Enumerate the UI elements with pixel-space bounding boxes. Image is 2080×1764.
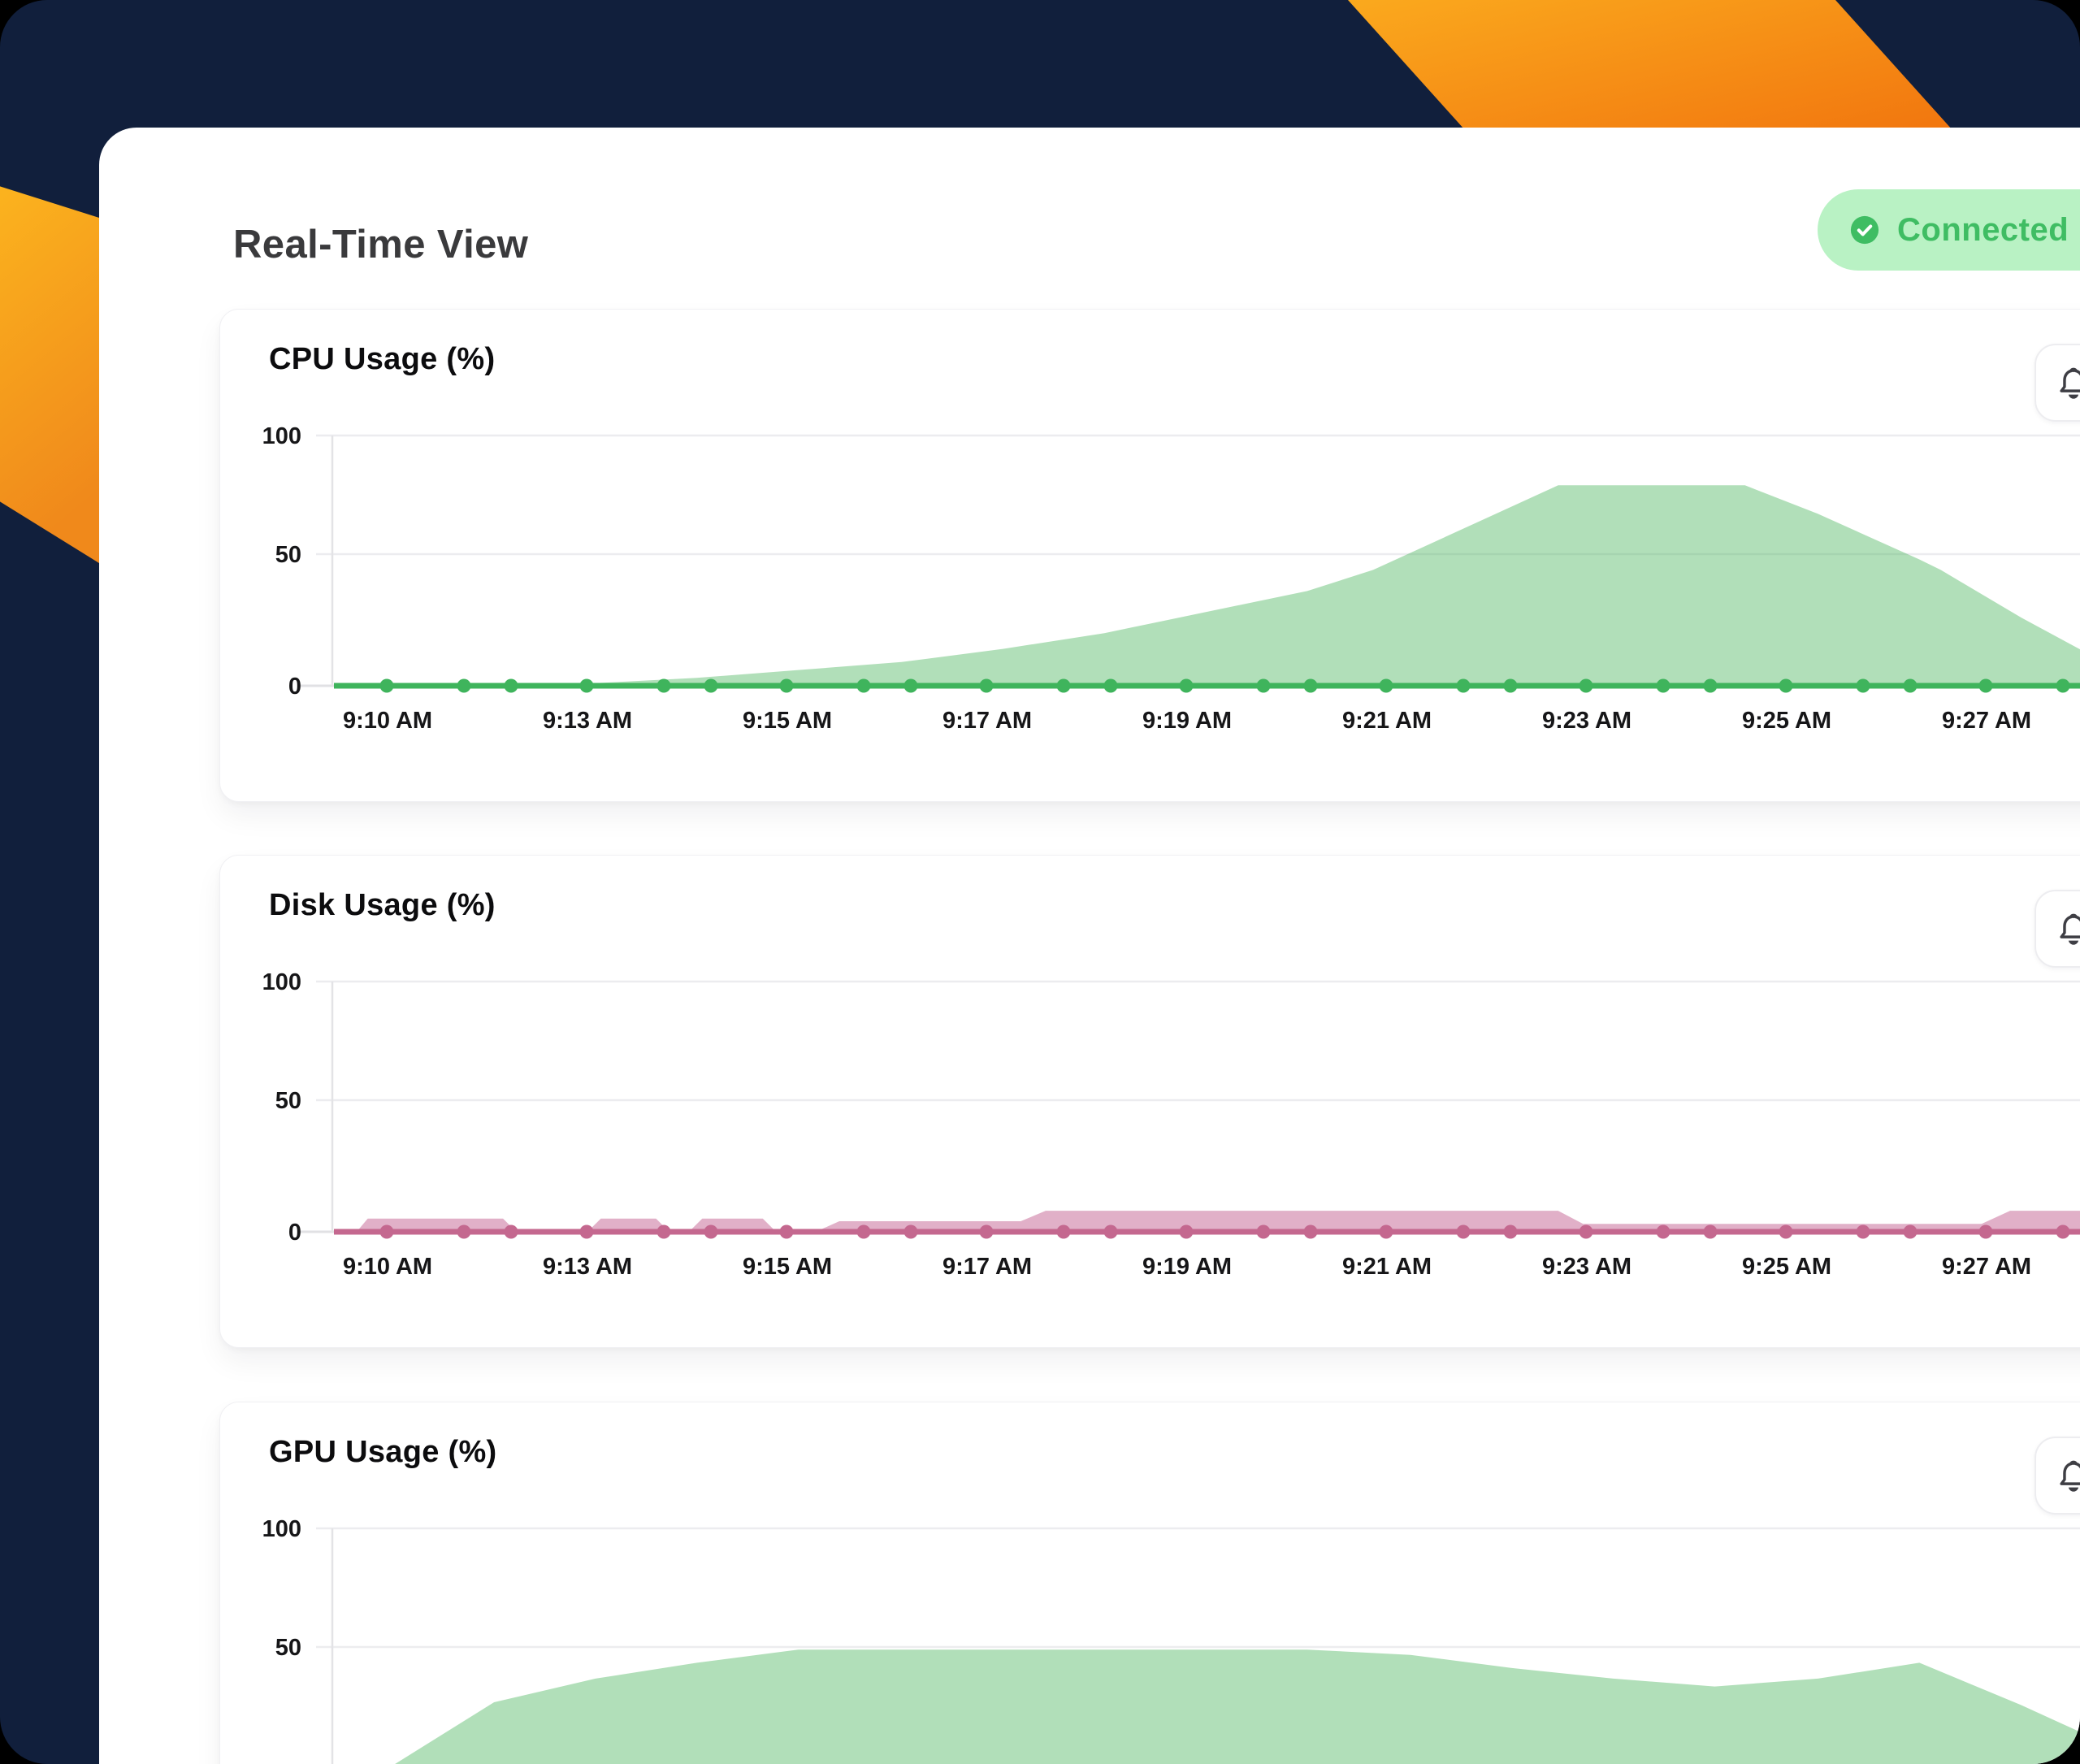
left-orange-stripe	[0, 181, 99, 563]
gpu-usage-card: GPU Usage (%) 0501009:10 AM9:13 AM9:15 A…	[219, 1402, 2080, 1764]
svg-text:9:13 AM: 9:13 AM	[543, 1254, 632, 1280]
svg-text:9:21 AM: 9:21 AM	[1342, 1254, 1432, 1280]
svg-text:9:10 AM: 9:10 AM	[343, 708, 432, 734]
chart-svg: 0 50 100 9:10 AM 9:13 AM 9:15 AM 9:17 AM 9:19 A…	[220, 953, 2080, 1343]
page-title: Real-Time View	[233, 222, 528, 267]
svg-text:9:19 AM: 9:19 AM	[1142, 1254, 1232, 1280]
y-axis-labels: 0 50 100	[262, 423, 301, 700]
svg-text:100: 100	[262, 1516, 301, 1542]
svg-text:9:15 AM: 9:15 AM	[743, 1254, 832, 1280]
app-frame: Real-Time View Connected CPU Usage (%) 0…	[0, 0, 2080, 1764]
svg-text:9:15 AM: 9:15 AM	[743, 708, 832, 734]
gpu-chart-title: GPU Usage (%)	[269, 1435, 497, 1470]
main-panel: Real-Time View Connected CPU Usage (%) 0…	[99, 128, 2080, 1764]
bell-icon	[2053, 908, 2080, 949]
svg-text:9:23 AM: 9:23 AM	[1542, 708, 1632, 734]
svg-text:0: 0	[288, 674, 301, 700]
x-axis-labels: 9:10 AM 9:13 AM 9:15 AM 9:17 AM 9:19 AM 9:21 …	[343, 1254, 2031, 1280]
svg-text:9:27 AM: 9:27 AM	[1942, 1254, 2031, 1280]
disk-chart-title: Disk Usage (%)	[269, 888, 496, 923]
svg-text:9:17 AM: 9:17 AM	[942, 1254, 1032, 1280]
x-axis-labels: 9:10 AM 9:13 AM 9:15 AM 9:17 AM 9:19 AM 9:21 …	[343, 708, 2031, 734]
svg-text:0: 0	[288, 1220, 301, 1246]
cpu-usage-card: CPU Usage (%) 0 50 100 9:10 AM 9:13 AM 9:15 A…	[219, 309, 2080, 802]
disk-chart: 0 50 100 9:10 AM 9:13 AM 9:15 AM 9:17 AM 9:19 A…	[220, 953, 2080, 1343]
disk-usage-card: Disk Usage (%) 0 50 100 9:10 AM 9:13 AM 9:15 …	[219, 855, 2080, 1348]
bell-icon	[2053, 1455, 2080, 1496]
svg-text:9:17 AM: 9:17 AM	[942, 708, 1032, 734]
svg-text:50: 50	[275, 1088, 301, 1114]
svg-text:9:25 AM: 9:25 AM	[1742, 708, 1831, 734]
cpu-chart: 0 50 100 9:10 AM 9:13 AM 9:15 AM 9:17 AM 9:19 A…	[220, 407, 2080, 797]
top-right-orange-stripe	[1341, 0, 1960, 138]
connection-status-badge: Connected	[1818, 189, 2080, 271]
usage-area	[334, 485, 2080, 686]
usage-area	[334, 1211, 2080, 1232]
svg-text:50: 50	[275, 1635, 301, 1661]
chart-svg: 0 50 100 9:10 AM 9:13 AM 9:15 AM 9:17 AM 9:19 A…	[220, 407, 2080, 797]
usage-area	[334, 1649, 2080, 1764]
svg-text:9:10 AM: 9:10 AM	[343, 1254, 432, 1280]
svg-text:9:19 AM: 9:19 AM	[1142, 708, 1232, 734]
svg-text:9:23 AM: 9:23 AM	[1542, 1254, 1632, 1280]
svg-text:9:25 AM: 9:25 AM	[1742, 1254, 1831, 1280]
svg-text:9:13 AM: 9:13 AM	[543, 708, 632, 734]
svg-text:9:21 AM: 9:21 AM	[1342, 708, 1432, 734]
svg-text:50: 50	[275, 542, 301, 568]
svg-text:100: 100	[262, 969, 301, 995]
cpu-chart-title: CPU Usage (%)	[269, 342, 495, 377]
connection-status-label: Connected	[1897, 212, 2069, 249]
chart-svg: 0501009:10 AM9:13 AM9:15 AM9:17 AM9:19 A…	[220, 1500, 2080, 1764]
check-circle-icon	[1850, 215, 1879, 245]
gpu-chart: 0501009:10 AM9:13 AM9:15 AM9:17 AM9:19 A…	[220, 1500, 2080, 1764]
svg-text:9:27 AM: 9:27 AM	[1942, 708, 2031, 734]
y-axis-labels: 050100	[262, 1516, 301, 1764]
svg-text:100: 100	[262, 423, 301, 449]
gridlines	[297, 982, 2080, 1232]
y-axis-labels: 0 50 100	[262, 969, 301, 1246]
bell-icon	[2053, 362, 2080, 403]
